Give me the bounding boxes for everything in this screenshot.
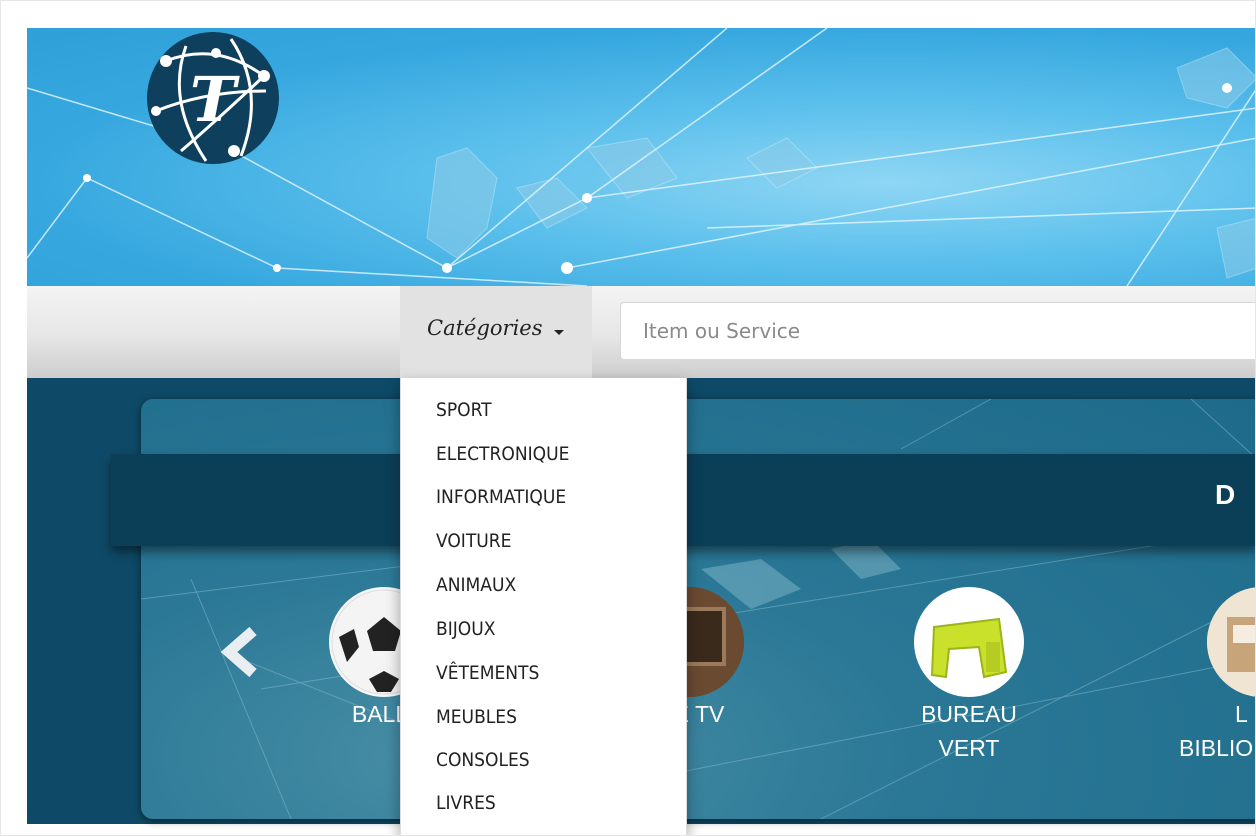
- featured-title: D: [1215, 479, 1239, 510]
- product-name-desk-line2: VERT: [938, 735, 1000, 761]
- logo-letter: T: [190, 63, 240, 136]
- site-logo[interactable]: T: [146, 31, 280, 165]
- product-card-bookshelf[interactable]: L BIBLIO: [1179, 587, 1255, 765]
- menu-item-animaux[interactable]: ANIMAUX: [436, 574, 516, 596]
- bookshelf-icon: [1207, 587, 1255, 697]
- product-image-desk: [914, 587, 1024, 697]
- menu-item-consoles[interactable]: CONSOLES: [436, 749, 530, 771]
- product-name-bookshelf-line2: BIBLIO: [1179, 735, 1254, 761]
- product-image-bookshelf: [1207, 587, 1255, 697]
- desk-icon: [915, 588, 1023, 696]
- menu-item-livres[interactable]: LIVRES: [436, 792, 496, 814]
- menu-item-vetements[interactable]: VÊTEMENTS: [436, 662, 539, 684]
- menu-item-sport[interactable]: SPORT: [436, 399, 492, 421]
- menu-item-meubles[interactable]: MEUBLES: [436, 706, 517, 728]
- search-input[interactable]: [620, 302, 1255, 360]
- product-name-desk-line1: BUREAU: [921, 701, 1017, 727]
- product-name-bookshelf-line1: L: [1235, 701, 1248, 727]
- categories-button-label: Catégories: [427, 316, 543, 340]
- categories-dropdown-menu: SPORT ELECTRONIQUE INFORMATIQUE VOITURE …: [400, 378, 687, 835]
- product-card-desk[interactable]: BUREAU VERT: [904, 587, 1034, 765]
- caret-down-icon: [554, 330, 564, 335]
- globe-logo-icon: T: [147, 32, 279, 164]
- chevron-left-icon: [220, 626, 257, 678]
- carousel-prev-button[interactable]: [219, 626, 259, 678]
- menu-item-electronique[interactable]: ELECTRONIQUE: [436, 443, 569, 465]
- menu-item-informatique[interactable]: INFORMATIQUE: [436, 486, 566, 508]
- page-frame: T Catégories D: [0, 0, 1256, 836]
- menu-item-voiture[interactable]: VOITURE: [436, 530, 511, 552]
- menu-item-bijoux[interactable]: BIJOUX: [436, 618, 495, 640]
